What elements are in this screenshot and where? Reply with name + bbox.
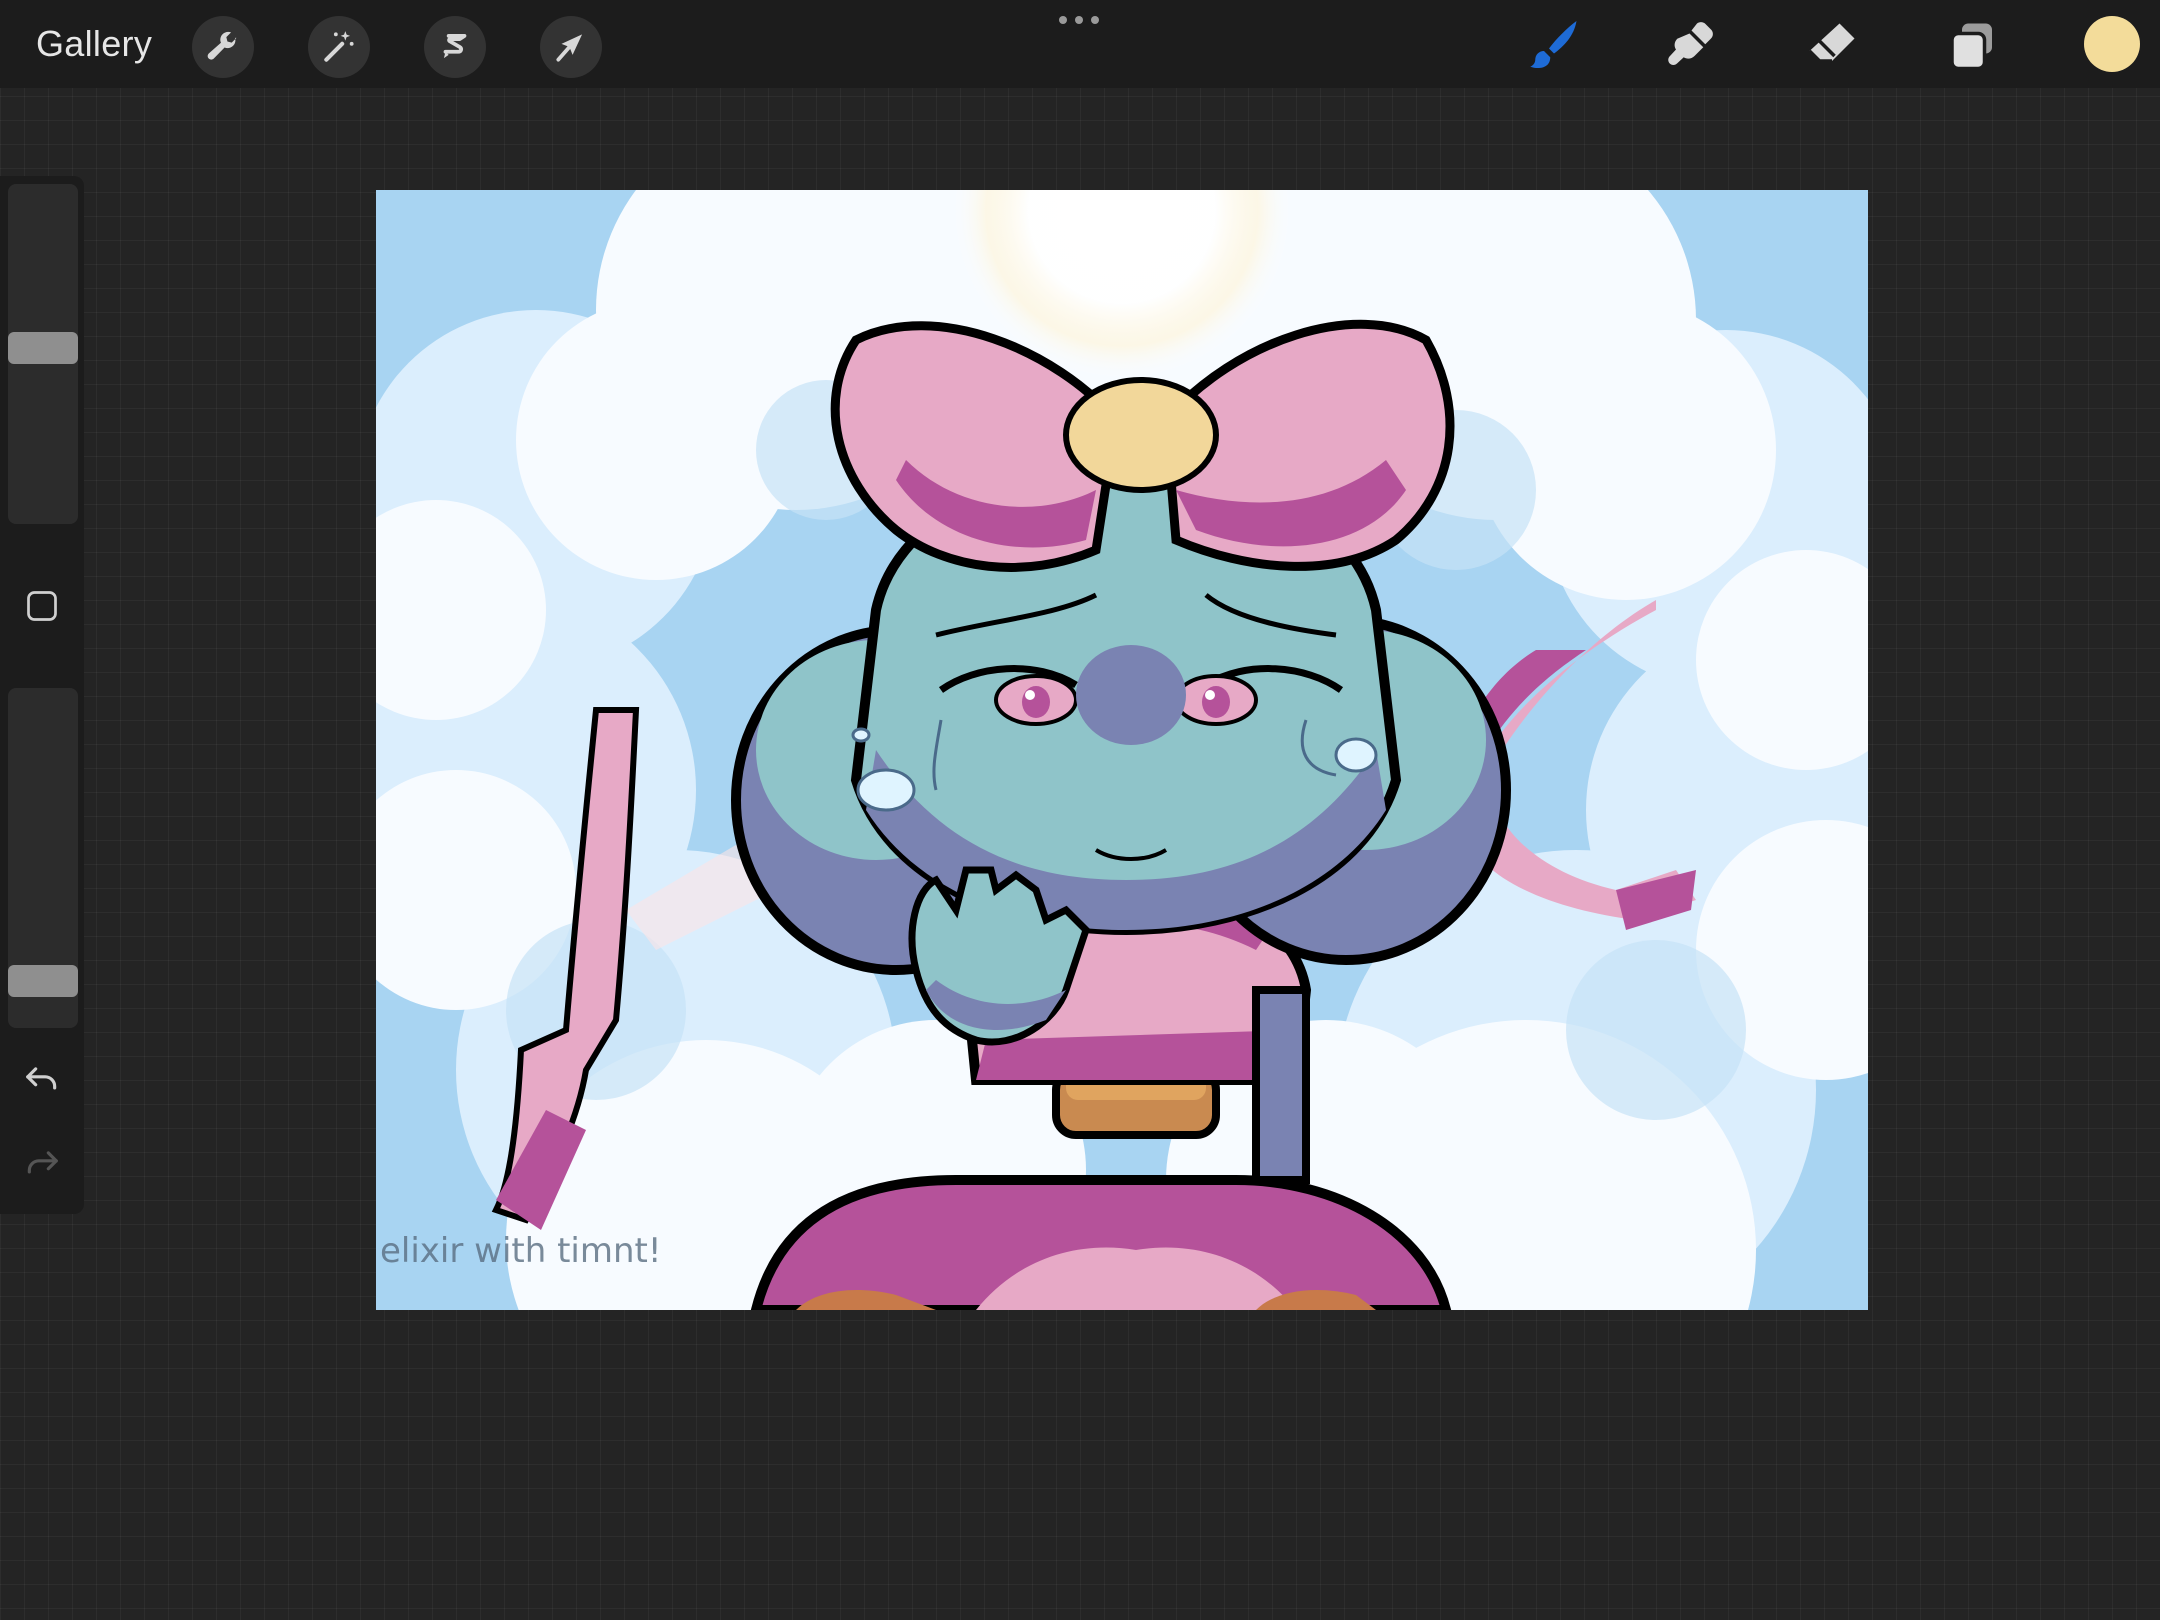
opacity-slider[interactable] — [8, 688, 78, 1028]
transform-arrow-icon — [556, 34, 583, 62]
artwork: elixir with timnt! — [376, 190, 1868, 1310]
modify-button[interactable] — [20, 584, 64, 628]
brush-size-thumb[interactable] — [8, 332, 78, 364]
redo-button[interactable] — [18, 1140, 66, 1188]
wrench-icon — [207, 31, 237, 60]
brush-size-slider[interactable] — [8, 184, 78, 524]
actions-button[interactable] — [192, 16, 254, 78]
smudge-icon — [1668, 22, 1713, 65]
selection-icon — [443, 34, 467, 59]
color-picker-button[interactable] — [2084, 16, 2140, 72]
smudge-tool-button[interactable] — [1660, 14, 1724, 78]
opacity-thumb[interactable] — [8, 965, 78, 997]
undo-button[interactable] — [18, 1056, 66, 1104]
artist-signature: elixir with timnt! — [380, 1231, 662, 1271]
magic-wand-icon — [324, 31, 354, 62]
top-toolbar: Gallery — [0, 0, 2160, 88]
adjustments-button[interactable] — [308, 16, 370, 78]
selection-button[interactable] — [424, 16, 486, 78]
layers-button[interactable] — [1940, 14, 2004, 78]
paint-tool-button[interactable] — [1522, 14, 1586, 78]
left-sidebar — [0, 176, 84, 1214]
redo-icon — [27, 1151, 58, 1174]
eraser-icon — [1808, 23, 1855, 63]
layers-icon — [1950, 23, 1992, 71]
drawing-canvas[interactable]: elixir with timnt! — [376, 190, 1868, 1310]
more-options-icon[interactable] — [1056, 12, 1102, 28]
erase-tool-button[interactable] — [1800, 14, 1864, 78]
transform-button[interactable] — [540, 16, 602, 78]
undo-icon — [26, 1067, 57, 1090]
brush-icon — [1530, 21, 1577, 69]
gallery-button[interactable]: Gallery — [36, 20, 152, 68]
modify-square-icon — [27, 591, 57, 621]
